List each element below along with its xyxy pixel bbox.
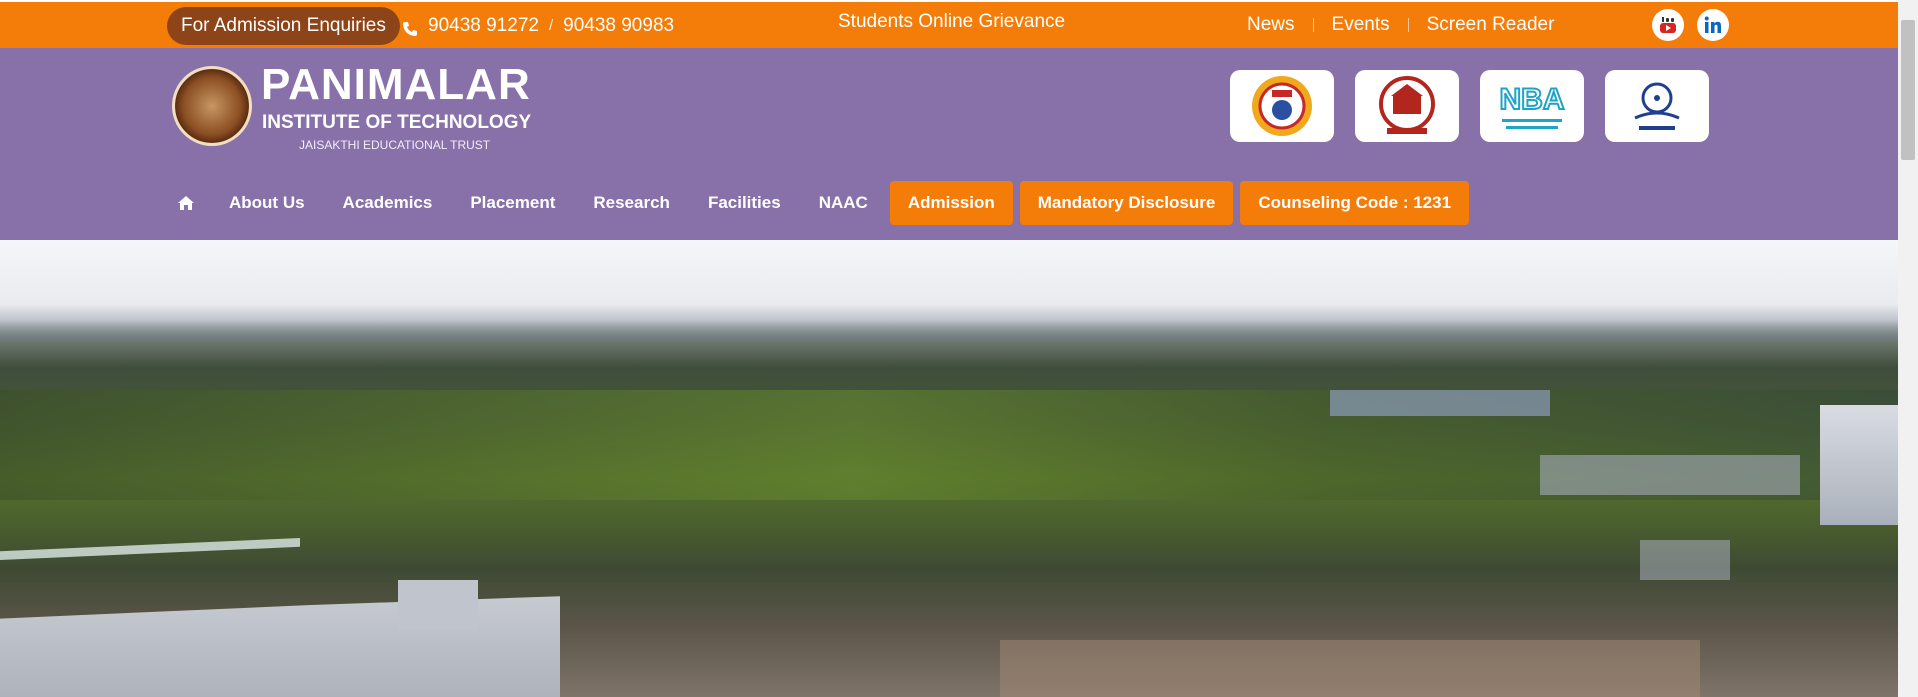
mandatory-disclosure-button[interactable]: Mandatory Disclosure — [1019, 181, 1234, 225]
college-seal-logo[interactable] — [172, 66, 252, 146]
brand-subtitle: INSTITUTE OF TECHNOLOGY — [262, 112, 532, 133]
top-link-divider — [1312, 18, 1314, 32]
anna-university-logo[interactable] — [1355, 70, 1459, 142]
admission-button[interactable]: Admission — [889, 181, 1013, 225]
hero-building — [398, 580, 478, 630]
ugc-logo[interactable] — [1605, 70, 1709, 142]
hero-building — [1540, 455, 1800, 495]
counseling-code-button[interactable]: Counseling Code : 1231 — [1240, 181, 1470, 225]
phone-number-1[interactable]: 90438 91272 — [428, 12, 539, 40]
nav-facilities[interactable]: Facilities — [708, 181, 781, 225]
hero-building — [1640, 540, 1730, 580]
students-online-grievance-link[interactable]: Students Online Grievance — [838, 11, 1065, 33]
hero-pond — [0, 538, 300, 560]
scrollbar-thumb[interactable] — [1901, 20, 1915, 160]
nba-logo-text: NBA — [1500, 83, 1565, 116]
hero-horizon — [0, 320, 1898, 342]
events-link[interactable]: Events — [1332, 13, 1390, 37]
admission-enquiries-label: For Admission Enquiries — [167, 7, 400, 45]
page-scrollbar[interactable] — [1898, 0, 1918, 697]
linkedin-icon[interactable] — [1697, 9, 1729, 41]
news-link[interactable]: News — [1247, 13, 1295, 37]
brand-name[interactable]: PANIMALAR — [261, 62, 531, 108]
phone-numbers: 90438 91272 / 90438 90983 — [402, 12, 674, 40]
hero-banner-image — [0, 240, 1898, 697]
top-bar: For Admission Enquiries 90438 91272 / 90… — [0, 0, 1898, 48]
hero-ground — [1000, 640, 1700, 697]
nav-research[interactable]: Research — [593, 181, 670, 225]
top-link-divider — [1407, 18, 1409, 32]
hero-building — [1330, 390, 1550, 416]
nba-logo[interactable]: NBA — [1480, 70, 1584, 142]
nav-academics[interactable]: Academics — [343, 181, 433, 225]
hero-building — [1820, 405, 1898, 525]
main-navigation: About Us Academics Placement Research Fa… — [178, 181, 1476, 225]
nav-naac[interactable]: NAAC — [819, 181, 868, 225]
nav-about-us[interactable]: About Us — [229, 181, 305, 225]
phone-separator: / — [548, 17, 554, 34]
home-icon[interactable] — [178, 196, 194, 210]
phone-number-2[interactable]: 90438 90983 — [563, 12, 674, 40]
nav-placement[interactable]: Placement — [470, 181, 555, 225]
youtube-icon[interactable] — [1652, 9, 1684, 41]
screen-reader-link[interactable]: Screen Reader — [1427, 13, 1555, 37]
top-links: News Events Screen Reader — [1247, 13, 1554, 37]
phone-icon — [402, 18, 418, 36]
aicte-logo[interactable] — [1230, 70, 1334, 142]
brand-trust: JAISAKTHI EDUCATIONAL TRUST — [299, 138, 491, 152]
